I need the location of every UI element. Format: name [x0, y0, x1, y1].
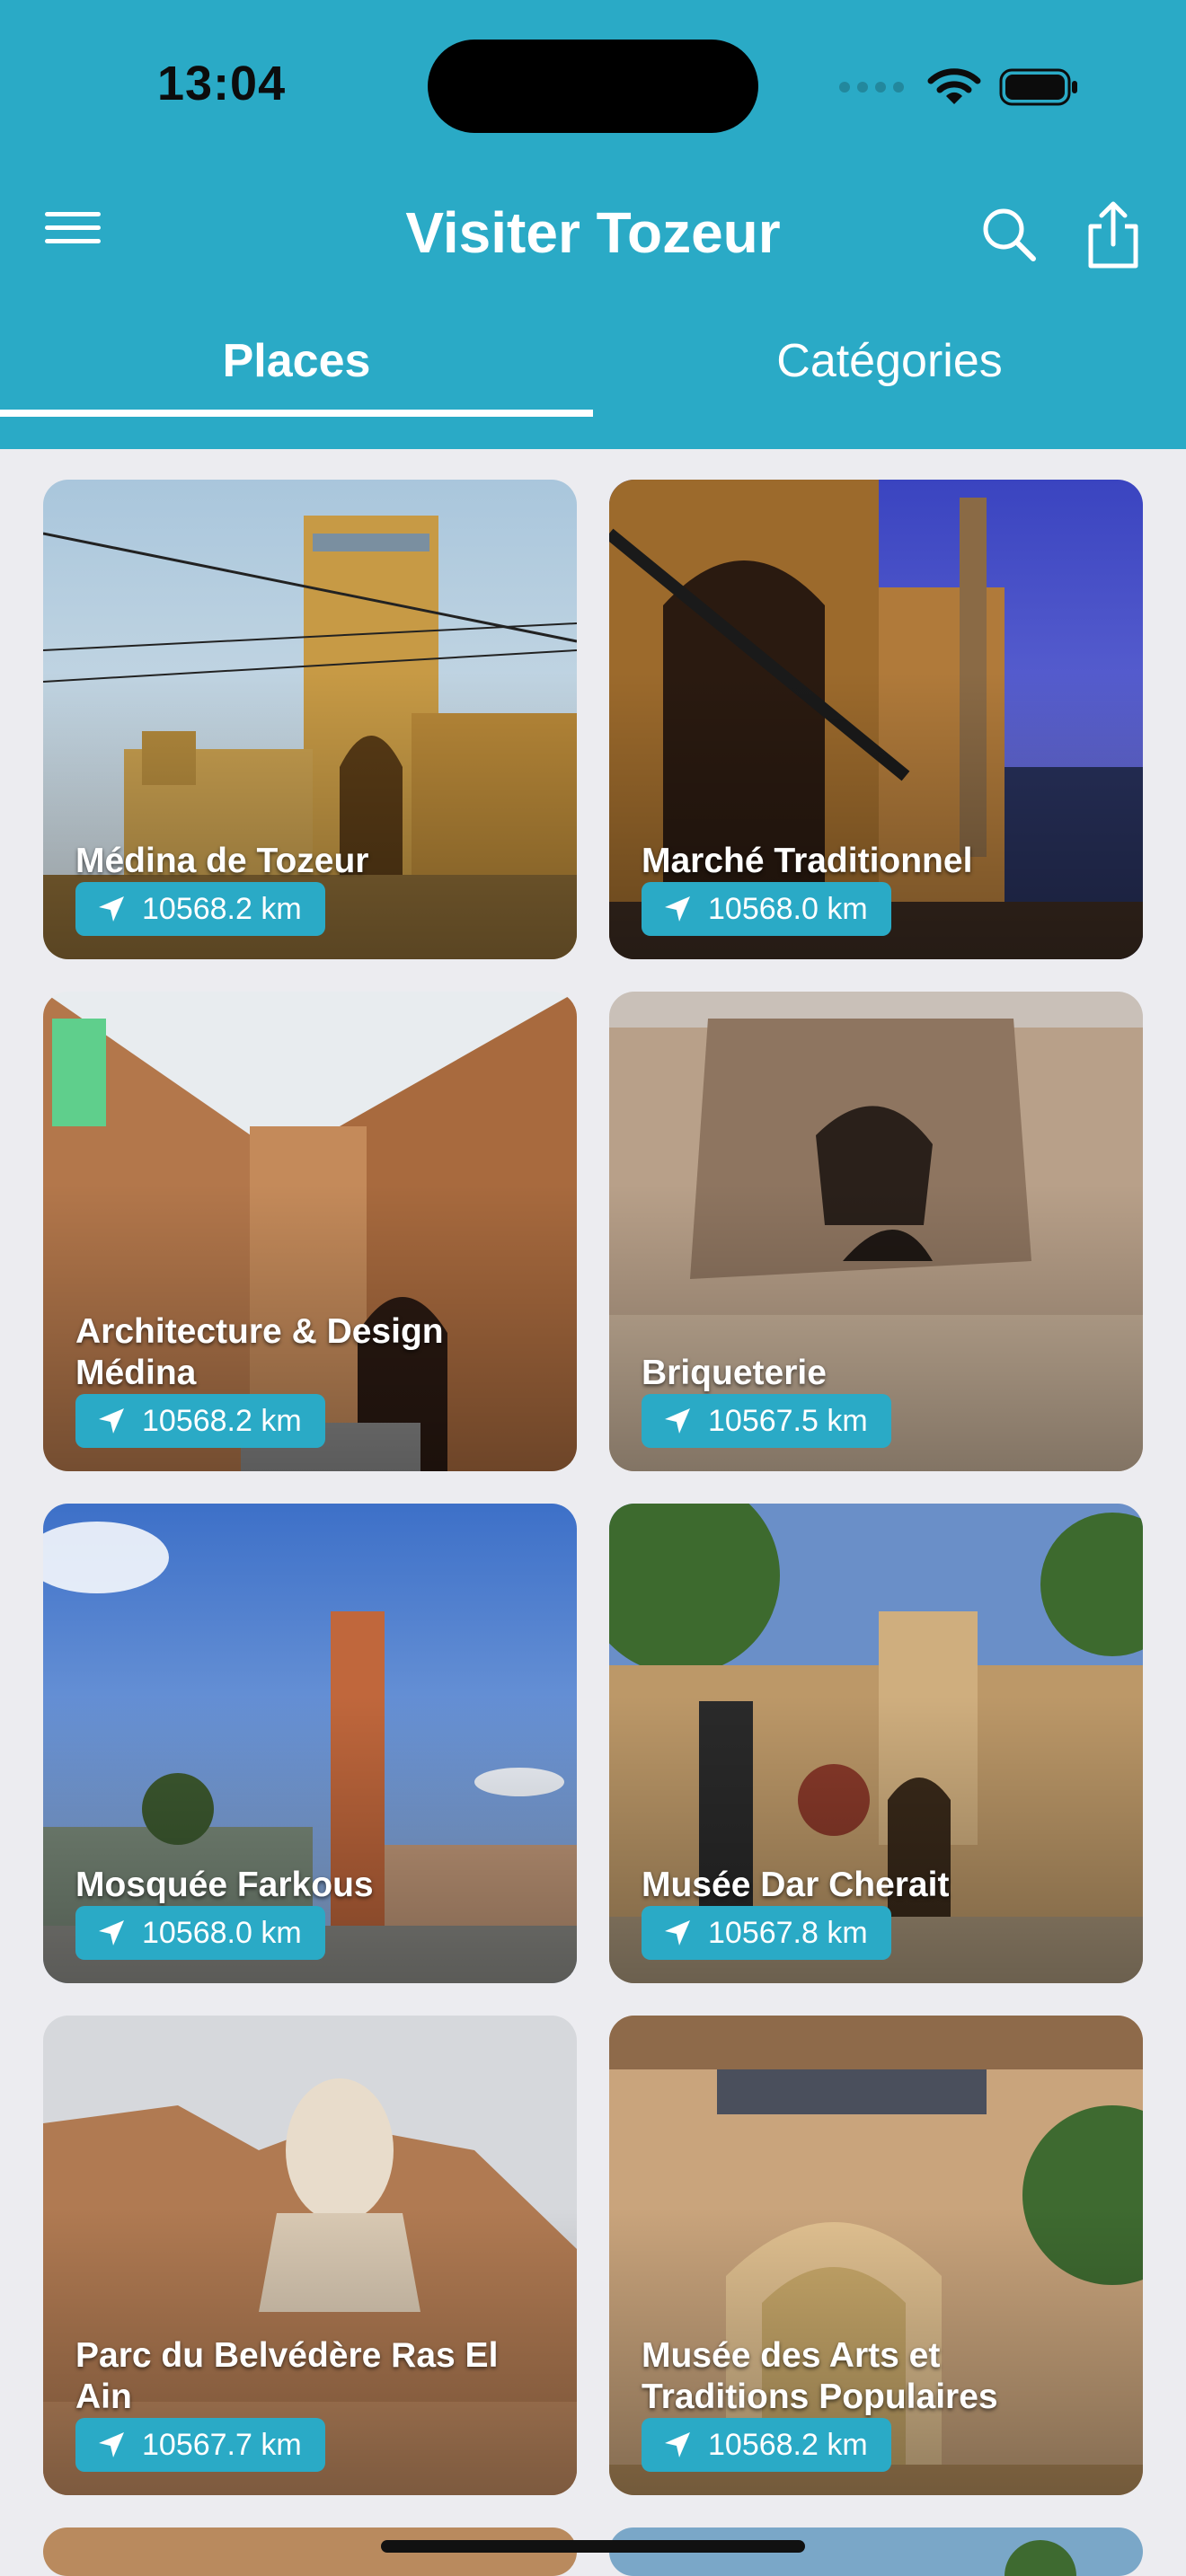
distance-value: 10567.8 km — [708, 1915, 868, 1950]
place-name: Marché Traditionnel — [642, 842, 973, 880]
location-arrow-icon — [665, 1920, 690, 1945]
distance-badge: 10568.2 km — [75, 1394, 325, 1448]
location-arrow-icon — [665, 2432, 690, 2457]
home-indicator — [381, 2540, 805, 2553]
place-card[interactable]: Briqueterie 10567.5 km — [609, 992, 1143, 1471]
place-card[interactable]: Parc du Belvédère Ras El Ain 10567.7 km — [43, 2016, 577, 2495]
battery-icon — [999, 68, 1077, 106]
place-card[interactable]: Architecture & Design Médina 10568.2 km — [43, 992, 577, 1471]
distance-value: 10568.2 km — [142, 891, 302, 926]
location-arrow-icon — [99, 1920, 124, 1945]
place-name: Architecture & Design Médina — [75, 1312, 444, 1392]
dynamic-island — [428, 40, 758, 133]
place-name: Musée Dar Cherait — [642, 1866, 950, 1904]
status-icons — [839, 65, 1080, 110]
location-arrow-icon — [665, 1408, 690, 1434]
signal-icon — [839, 82, 904, 93]
distance-badge: 10568.0 km — [75, 1906, 325, 1960]
tab-places[interactable]: Places — [0, 323, 593, 422]
tab-categories[interactable]: Catégories — [593, 323, 1186, 422]
distance-badge: 10568.2 km — [642, 2418, 891, 2472]
place-card[interactable]: Médina de Tozeur 10568.2 km — [43, 480, 577, 959]
share-icon — [1088, 201, 1138, 269]
share-button[interactable] — [1082, 199, 1145, 271]
place-name: Briqueterie — [642, 1354, 827, 1392]
distance-value: 10568.2 km — [708, 2427, 868, 2462]
place-name: Médina de Tozeur — [75, 842, 369, 880]
distance-value: 10567.5 km — [708, 1403, 868, 1438]
status-time: 13:04 — [157, 57, 287, 110]
distance-badge: 10567.8 km — [642, 1906, 891, 1960]
distance-value: 10567.7 km — [142, 2427, 302, 2462]
distance-value: 10568.0 km — [142, 1915, 302, 1950]
distance-badge: 10567.7 km — [75, 2418, 325, 2472]
place-card[interactable]: Marché Traditionnel 10568.0 km — [609, 480, 1143, 959]
location-arrow-icon — [99, 1408, 124, 1434]
place-card[interactable]: Mosquée Farkous 10568.0 km — [43, 1504, 577, 1983]
place-name: Mosquée Farkous — [75, 1866, 374, 1904]
wifi-icon — [927, 68, 981, 104]
search-icon — [983, 208, 1036, 261]
tab-bar: Places Catégories — [0, 323, 1186, 422]
place-name: Musée des Arts et Traditions Populaires — [642, 2336, 998, 2416]
distance-badge: 10568.0 km — [642, 882, 891, 936]
distance-value: 10568.0 km — [708, 891, 868, 926]
place-card[interactable]: Musée Dar Cherait 10567.8 km — [609, 1504, 1143, 1983]
app-header: 13:04 Visiter Tozeur Places Catégories — [0, 0, 1186, 449]
location-arrow-icon — [99, 896, 124, 922]
distance-badge: 10567.5 km — [642, 1394, 891, 1448]
distance-badge: 10568.2 km — [75, 882, 325, 936]
place-name: Parc du Belvédère Ras El Ain — [75, 2336, 499, 2416]
distance-value: 10568.2 km — [142, 1403, 302, 1438]
location-arrow-icon — [665, 896, 690, 922]
place-card[interactable]: Musée des Arts et Traditions Populaires … — [609, 2016, 1143, 2495]
location-arrow-icon — [99, 2432, 124, 2457]
active-tab-indicator — [0, 410, 593, 417]
search-button[interactable] — [978, 203, 1040, 266]
